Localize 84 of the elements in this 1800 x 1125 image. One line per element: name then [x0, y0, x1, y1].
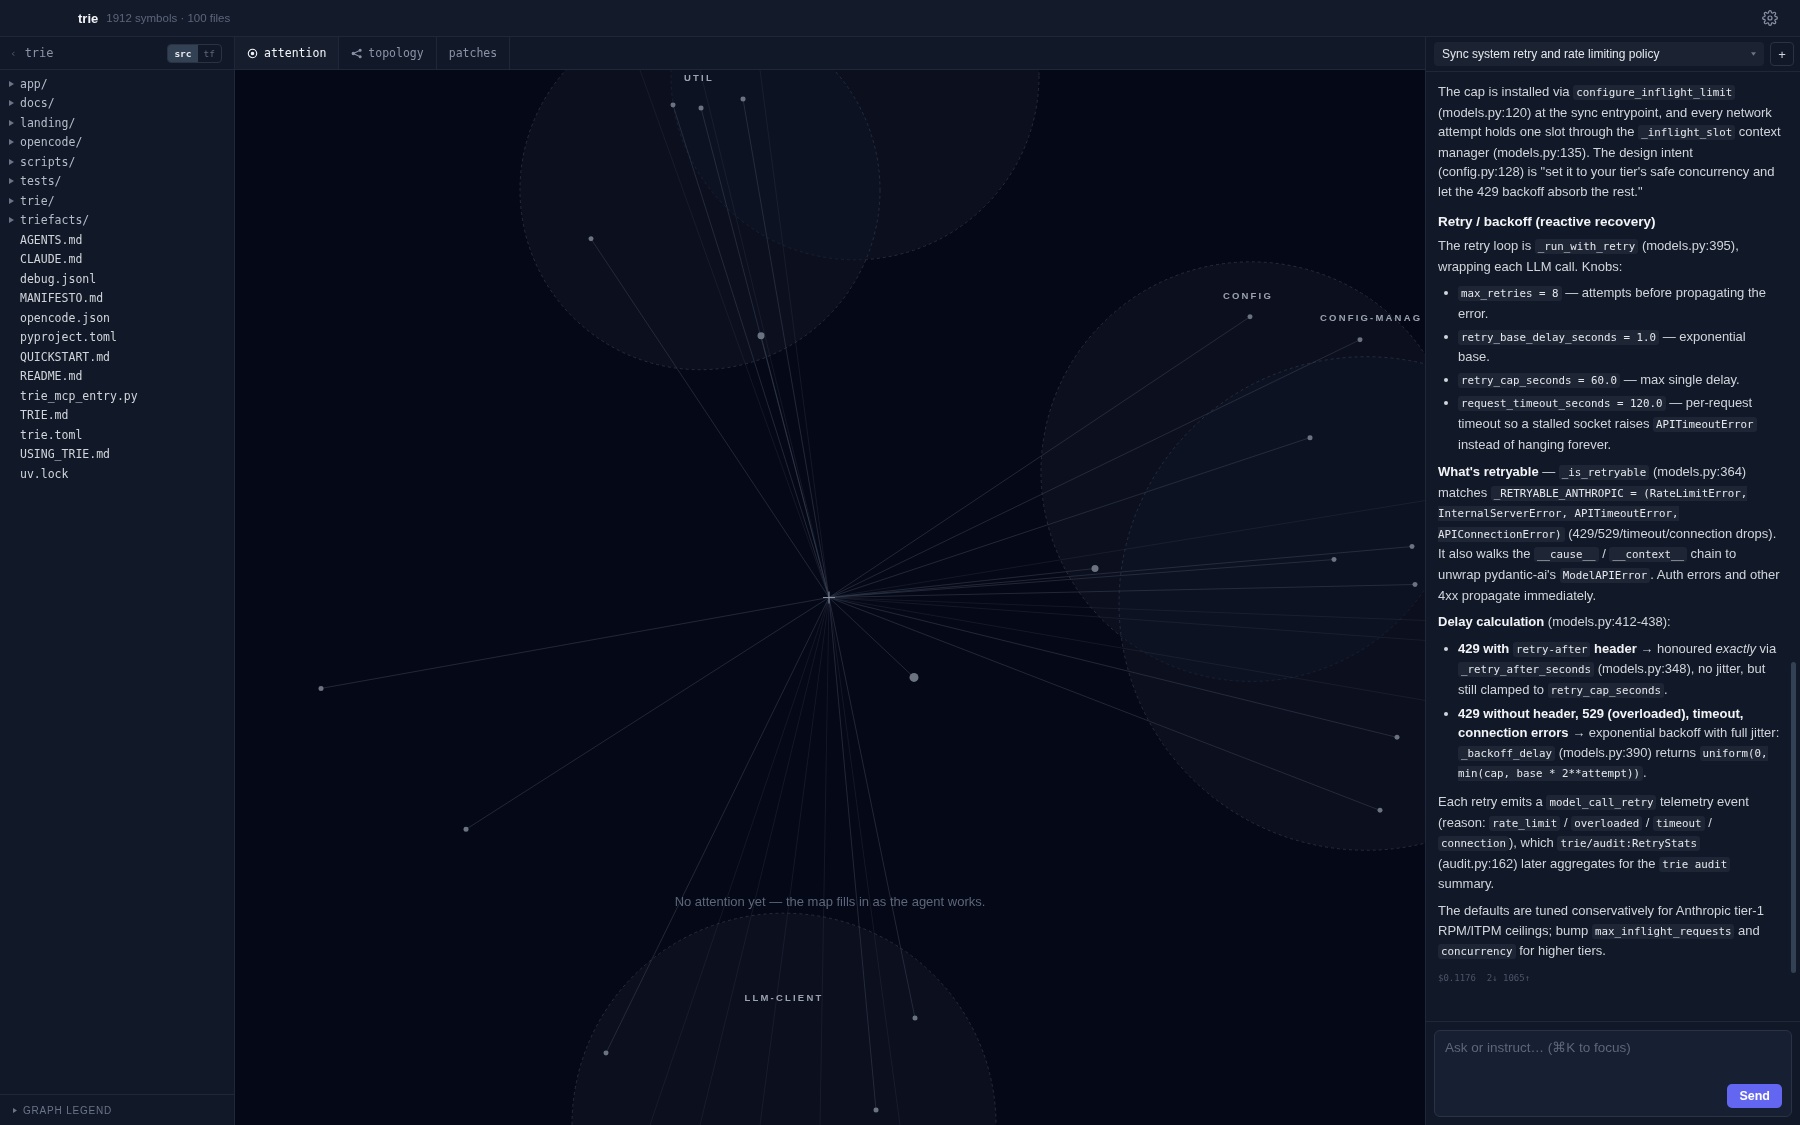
mode-option[interactable]: src — [168, 44, 198, 62]
message-input[interactable]: Ask or instruct… (⌘K to focus) Send — [1434, 1030, 1792, 1117]
cluster-label: CONFIG — [1222, 289, 1274, 301]
list-item: retry_cap_seconds = 60.0 — max single delay. — [1458, 369, 1781, 391]
message-paragraph: What's retryable — _is_retryable (models.py:364) matches _RETRYABLE_ANTHROPIC = (RateLimitError, InternalServerError, APITimeoutError, APIConnectionError) (429/529/timeout/connection drops). It also walks the __cause__ / __context__ chain to unwrap pydantic-ai's ModelAPIError . Auth errors and other 4xx propagate immediately. — [1438, 463, 1781, 605]
list-item: request_timeout_seconds = 120.0 — per-request timeout so a stalled socket raises APITimeoutError instead of hanging forever. — [1458, 393, 1781, 455]
bullet-icon — [1444, 646, 1448, 651]
cluster-label: LLM-CLIENT — [744, 992, 824, 1004]
file-item[interactable]: uv.lock — [20, 466, 69, 481]
graph-node[interactable] — [1409, 544, 1415, 550]
graph-node[interactable] — [757, 332, 765, 340]
folder-item[interactable]: triefacts/ — [20, 213, 90, 228]
cluster-label: CONFIG-MANAG — [1320, 311, 1423, 323]
graph-node[interactable] — [909, 672, 919, 682]
new-session-button[interactable]: + — [1770, 42, 1794, 66]
bullet-icon — [1444, 291, 1448, 296]
share-icon — [351, 47, 363, 59]
list-item: 429 with retry-after header → honoured exactly via _retry_after_seconds (models.py:348), no jitter, but still clamped to retry_cap_seconds . — [1458, 639, 1778, 701]
send-button[interactable]: Send — [1727, 1084, 1782, 1108]
scrollbar-thumb[interactable] — [1791, 662, 1796, 973]
section-heading: Retry / backoff (reactive recovery) — [1438, 212, 1657, 231]
file-item[interactable]: trie_mcp_entry.py — [20, 388, 138, 403]
view-tab[interactable]: patches — [436, 37, 511, 69]
file-item[interactable]: opencode.json — [20, 310, 110, 325]
file-item[interactable]: TRIE.md — [20, 408, 69, 423]
graph-node[interactable] — [1307, 435, 1313, 441]
folder-item[interactable]: app/ — [20, 76, 48, 91]
graph-node[interactable] — [1357, 337, 1363, 343]
file-item[interactable]: QUICKSTART.md — [20, 349, 110, 364]
file-item[interactable]: trie.toml — [20, 427, 83, 442]
file-item[interactable]: pyproject.toml — [20, 330, 117, 345]
empty-state-message: No attention yet — the map fills in as the agent works. — [674, 894, 986, 909]
usage-stats: $0.1176 2↓ 1065↑ — [1438, 971, 1532, 985]
file-item[interactable]: MANIFESTO.md — [20, 291, 104, 306]
graph-node[interactable] — [318, 685, 324, 691]
graph-node[interactable] — [698, 105, 704, 111]
project-stats: 1912 symbols · 100 files — [106, 12, 231, 24]
graph-node[interactable] — [1377, 807, 1383, 813]
graph-node[interactable] — [1331, 557, 1337, 563]
view-tab[interactable]: attention — [235, 37, 340, 69]
file-item[interactable]: debug.jsonl — [20, 271, 97, 286]
graph-node[interactable] — [670, 102, 676, 108]
legend-toggle[interactable]: GRAPH LEGEND — [23, 1104, 113, 1116]
message-paragraph: The retry loop is _run_with_retry (models.py:395), wrapping each LLM call. Knobs: — [1438, 237, 1740, 276]
graph-node[interactable] — [1412, 582, 1418, 587]
file-item[interactable]: README.md — [20, 369, 83, 384]
bullet-icon — [1444, 334, 1448, 339]
graph-node[interactable] — [912, 1015, 918, 1021]
graph-node[interactable] — [463, 826, 469, 832]
graph-node[interactable] — [1394, 734, 1400, 740]
folder-item[interactable]: docs/ — [20, 96, 55, 111]
folder-item[interactable]: landing/ — [20, 115, 76, 130]
folder-title: trie — [24, 46, 54, 60]
graph-node[interactable] — [873, 1107, 879, 1113]
message-paragraph: Each retry emits a model_call_retry telemetry event (reason: rate_limit / overloaded / timeout / connection ), which trie/audit:RetryStats (audit.py:162) later aggregates for the trie audit summary. — [1438, 793, 1750, 894]
bullet-icon — [1444, 401, 1448, 406]
message-paragraph: Delay calculation (models.py:412-438): — [1438, 613, 1672, 632]
target-icon — [247, 47, 258, 59]
settings-icon[interactable] — [1762, 10, 1778, 26]
folder-item[interactable]: scripts/ — [20, 154, 76, 169]
message-paragraph: The defaults are tuned conservatively for Anthropic tier-1 RPM/ITPM ceilings; bump max_inflight_requests and concurrency for higher tiers. — [1438, 901, 1765, 962]
view-tab[interactable]: topology — [339, 37, 437, 69]
hub-node — [822, 591, 836, 604]
list-item: max_retries = 8 — attempts before propagating the error. — [1458, 284, 1768, 323]
folder-item[interactable]: tests/ — [20, 174, 62, 189]
file-item[interactable]: CLAUDE.md — [20, 252, 83, 267]
list-item: 429 without header, 529 (overloaded), timeout, connection errors → exponential backoff with full jitter: _backoff_delay (models.py:390) returns uniform(0, min(cap, base * 2**attempt)) . — [1458, 704, 1781, 784]
graph-node[interactable] — [603, 1050, 609, 1056]
list-item: retry_base_delay_seconds = 1.0 — exponential base. — [1458, 327, 1747, 367]
session-dropdown[interactable]: Sync system retry and rate limiting policy — [1434, 42, 1764, 66]
graph-node[interactable] — [1091, 565, 1099, 572]
graph-node[interactable] — [1247, 314, 1253, 320]
graph-node[interactable] — [740, 96, 746, 102]
file-item[interactable]: AGENTS.md — [20, 232, 83, 247]
folder-item[interactable]: trie/ — [20, 193, 55, 208]
folder-item[interactable]: opencode/ — [20, 135, 83, 150]
bullet-icon — [1444, 377, 1448, 382]
bullet-icon — [1444, 711, 1448, 716]
file-item[interactable]: USING_TRIE.md — [20, 447, 110, 462]
graph-node[interactable] — [588, 236, 594, 242]
project-name: trie — [78, 10, 99, 26]
cluster-label: UTIL — [684, 72, 714, 83]
dropdown-caret-icon — [1751, 52, 1756, 56]
message-paragraph: The cap is installed via configure_inflight_limit (models.py:120) at the sync entrypoint, and every network attempt holds one slot through the _inflight_slot context manager (models.py:135). The design intent (config.py:128) is "set it to your tier's safe concurrency and let the 429 backoff absorb the rest." — [1438, 83, 1781, 201]
